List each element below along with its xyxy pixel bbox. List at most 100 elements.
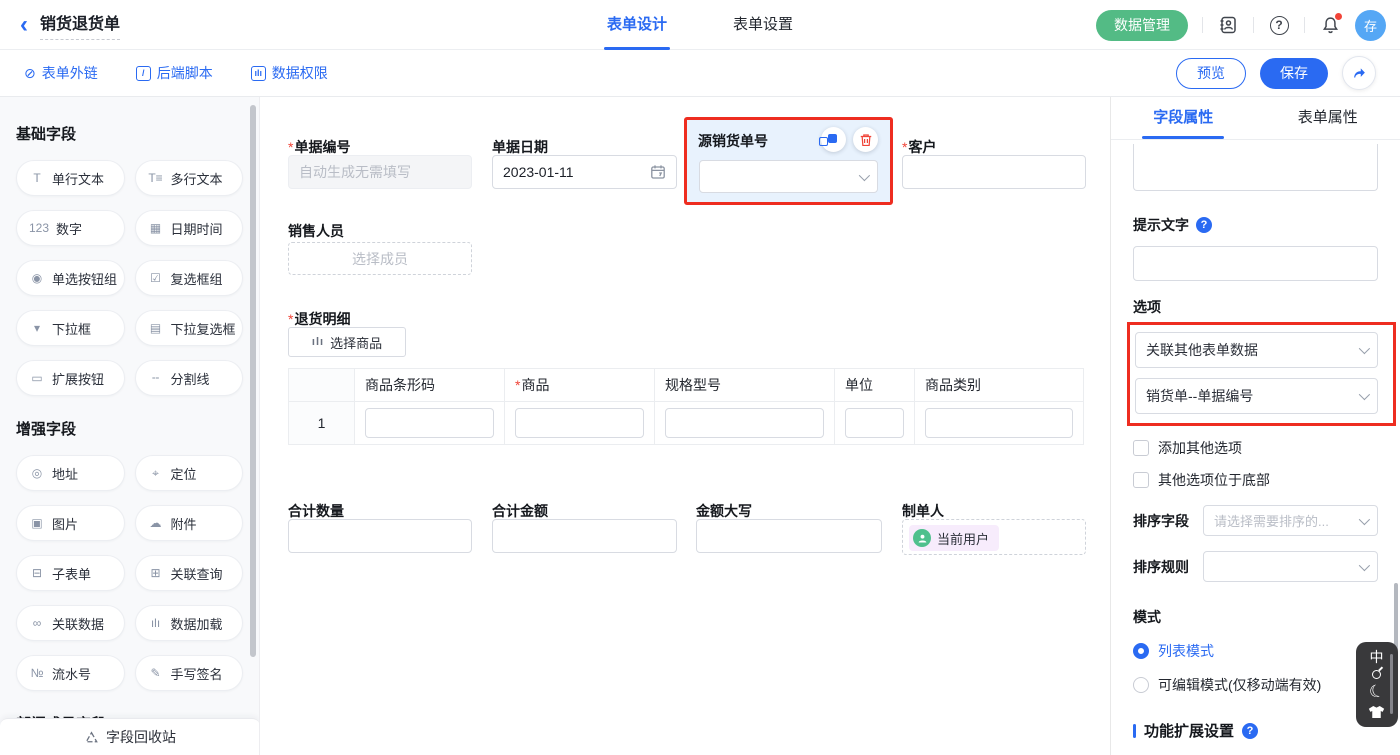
preview-button[interactable]: 预览 [1176,58,1246,89]
sidebar-item-extend-button[interactable]: ▭扩展按钮 [16,360,125,396]
save-button[interactable]: 保存 [1260,58,1328,89]
sidebar-item-divider[interactable]: ╌分割线 [135,360,244,396]
sidebar-item-image[interactable]: ▣图片 [16,505,125,541]
delete-field-button[interactable] [853,127,878,152]
contacts-icon[interactable] [1217,14,1239,36]
field-label-return-detail: 退货明细 [288,309,350,329]
order-date-input[interactable] [503,164,642,180]
option-field-select[interactable]: 销货单--单据编号 [1135,378,1378,414]
sidebar-item-single-line-text[interactable]: T单行文本 [16,160,125,196]
help-icon[interactable]: ? [1268,14,1290,36]
divider [1202,17,1203,33]
back-icon[interactable]: ‹ [20,14,28,36]
sidebar-item-number[interactable]: 123数字 [16,210,125,246]
unit-cell-input[interactable] [845,408,904,438]
sidebar-item-location[interactable]: ⌖定位 [135,455,244,491]
sidebar-item-multi-line-text[interactable]: T≡多行文本 [135,160,244,196]
theme-shirt-icon[interactable] [1368,705,1385,719]
subform-icon: ⊟ [29,566,45,580]
mode-option-list[interactable]: 列表模式 [1133,641,1378,661]
mode-label: 模式 [1133,607,1378,627]
field-recycle-bin[interactable]: 字段回收站 [0,718,260,755]
sidebar-item-serial-number[interactable]: №流水号 [16,655,125,691]
creator-field[interactable]: 当前用户 [902,519,1086,555]
hint-text-label: 提示文字 [1133,215,1189,235]
image-icon: ▣ [29,516,45,530]
form-toolbar: ⊘ 表单外链 / 后端脚本 ılı 数据权限 预览 保存 [0,50,1400,97]
order-no-input[interactable] [288,155,472,189]
sidebar-item-linked-query[interactable]: ⊞关联查询 [135,555,244,591]
field-label-order-no: 单据编号 [288,137,350,157]
selected-field-source-order[interactable]: 源销货单号 [684,117,893,205]
source-order-select[interactable] [699,160,878,193]
sidebar-item-radio-group[interactable]: ◉单选按钮组 [16,260,125,296]
sidebar-item-datetime[interactable]: ▦日期时间 [135,210,244,246]
form-external-link[interactable]: ⊘ 表单外链 [24,63,98,83]
language-toggle-icon[interactable]: 中 [1370,650,1384,664]
sort-field-select[interactable]: 请选择需要排序的... [1203,505,1378,536]
chevron-down-icon [1359,343,1370,354]
divider [1304,17,1305,33]
backend-script-link[interactable]: / 后端脚本 [136,63,213,83]
share-button[interactable] [1342,56,1376,90]
floating-utility-widget[interactable]: 中 ☾ [1356,642,1398,727]
button-icon: ▭ [29,371,45,385]
dark-mode-moon-icon[interactable]: ☾ [1367,682,1386,701]
sidebar-scrollbar[interactable] [250,105,256,657]
amount-words-input[interactable] [696,519,882,553]
tab-field-properties[interactable]: 字段属性 [1111,97,1256,139]
barcode-cell-input[interactable] [365,408,494,438]
sidebar-item-data-load[interactable]: ılı数据加载 [135,605,244,641]
notification-bell-icon[interactable] [1319,14,1341,36]
linked-query-icon: ⊞ [148,566,164,580]
trash-icon [859,133,873,147]
sidebar-item-linked-data[interactable]: ∞关联数据 [16,605,125,641]
tab-form-properties[interactable]: 表单属性 [1256,97,1400,139]
sidebar-item-multi-dropdown[interactable]: ▤下拉复选框 [135,310,244,346]
extension-help-icon[interactable]: ? [1242,723,1258,739]
sidebar-item-checkbox-group[interactable]: ☑复选框组 [135,260,244,296]
sidebar-item-attachment[interactable]: ☁附件 [135,505,244,541]
orbit-icon[interactable] [1372,670,1381,679]
multi-dropdown-icon: ▤ [148,321,164,335]
spec-cell-input[interactable] [665,408,824,438]
customer-input[interactable] [902,155,1086,189]
total-qty-input[interactable] [288,519,472,553]
tab-form-settings[interactable]: 表单设置 [733,0,793,50]
group-title-basic: 基础字段 [16,123,243,144]
salesperson-picker[interactable]: 选择成员 [288,242,472,275]
mode-option-editable[interactable]: 可编辑模式(仅移动端有效) [1133,675,1378,695]
total-amount-input[interactable] [492,519,677,553]
category-cell-input[interactable] [925,408,1073,438]
option-source-select[interactable]: 关联其他表单数据 [1135,332,1378,368]
tab-form-design[interactable]: 表单设计 [607,0,667,50]
widget-scrollbar [1390,654,1393,714]
field-label-total-qty: 合计数量 [288,501,344,521]
data-permission-link[interactable]: ılı 数据权限 [251,63,328,83]
calendar-icon: ▦ [148,221,164,235]
data-manage-button[interactable]: 数据管理 [1096,10,1188,41]
link-icon: ⊘ [24,65,36,82]
order-date-field[interactable] [492,155,677,189]
copy-field-button[interactable] [821,127,846,152]
sidebar-item-subform[interactable]: ⊟子表单 [16,555,125,591]
hint-help-icon[interactable]: ? [1196,217,1212,233]
field-title-input[interactable] [1133,144,1378,191]
address-icon: ◎ [29,466,45,480]
sort-rule-select[interactable] [1203,551,1378,582]
field-label-salesperson: 销售人员 [288,221,344,241]
sidebar-item-address[interactable]: ◎地址 [16,455,125,491]
field-label-amount-words: 金额大写 [696,501,752,521]
section-accent-bar [1133,724,1136,738]
add-other-option-checkbox[interactable] [1133,440,1149,456]
page-title[interactable]: 销货退货单 [40,10,120,40]
other-option-bottom-checkbox[interactable] [1133,472,1149,488]
hint-text-input[interactable] [1133,246,1378,281]
sidebar-item-dropdown[interactable]: ▾下拉框 [16,310,125,346]
user-avatar[interactable]: 存 [1355,10,1386,41]
sidebar-item-signature[interactable]: ✎手写签名 [135,655,244,691]
product-cell-input[interactable] [515,408,644,438]
radio-icon: ◉ [29,271,45,285]
select-product-button[interactable]: ılı 选择商品 [288,327,406,357]
field-label-total-amount: 合计金额 [492,501,548,521]
